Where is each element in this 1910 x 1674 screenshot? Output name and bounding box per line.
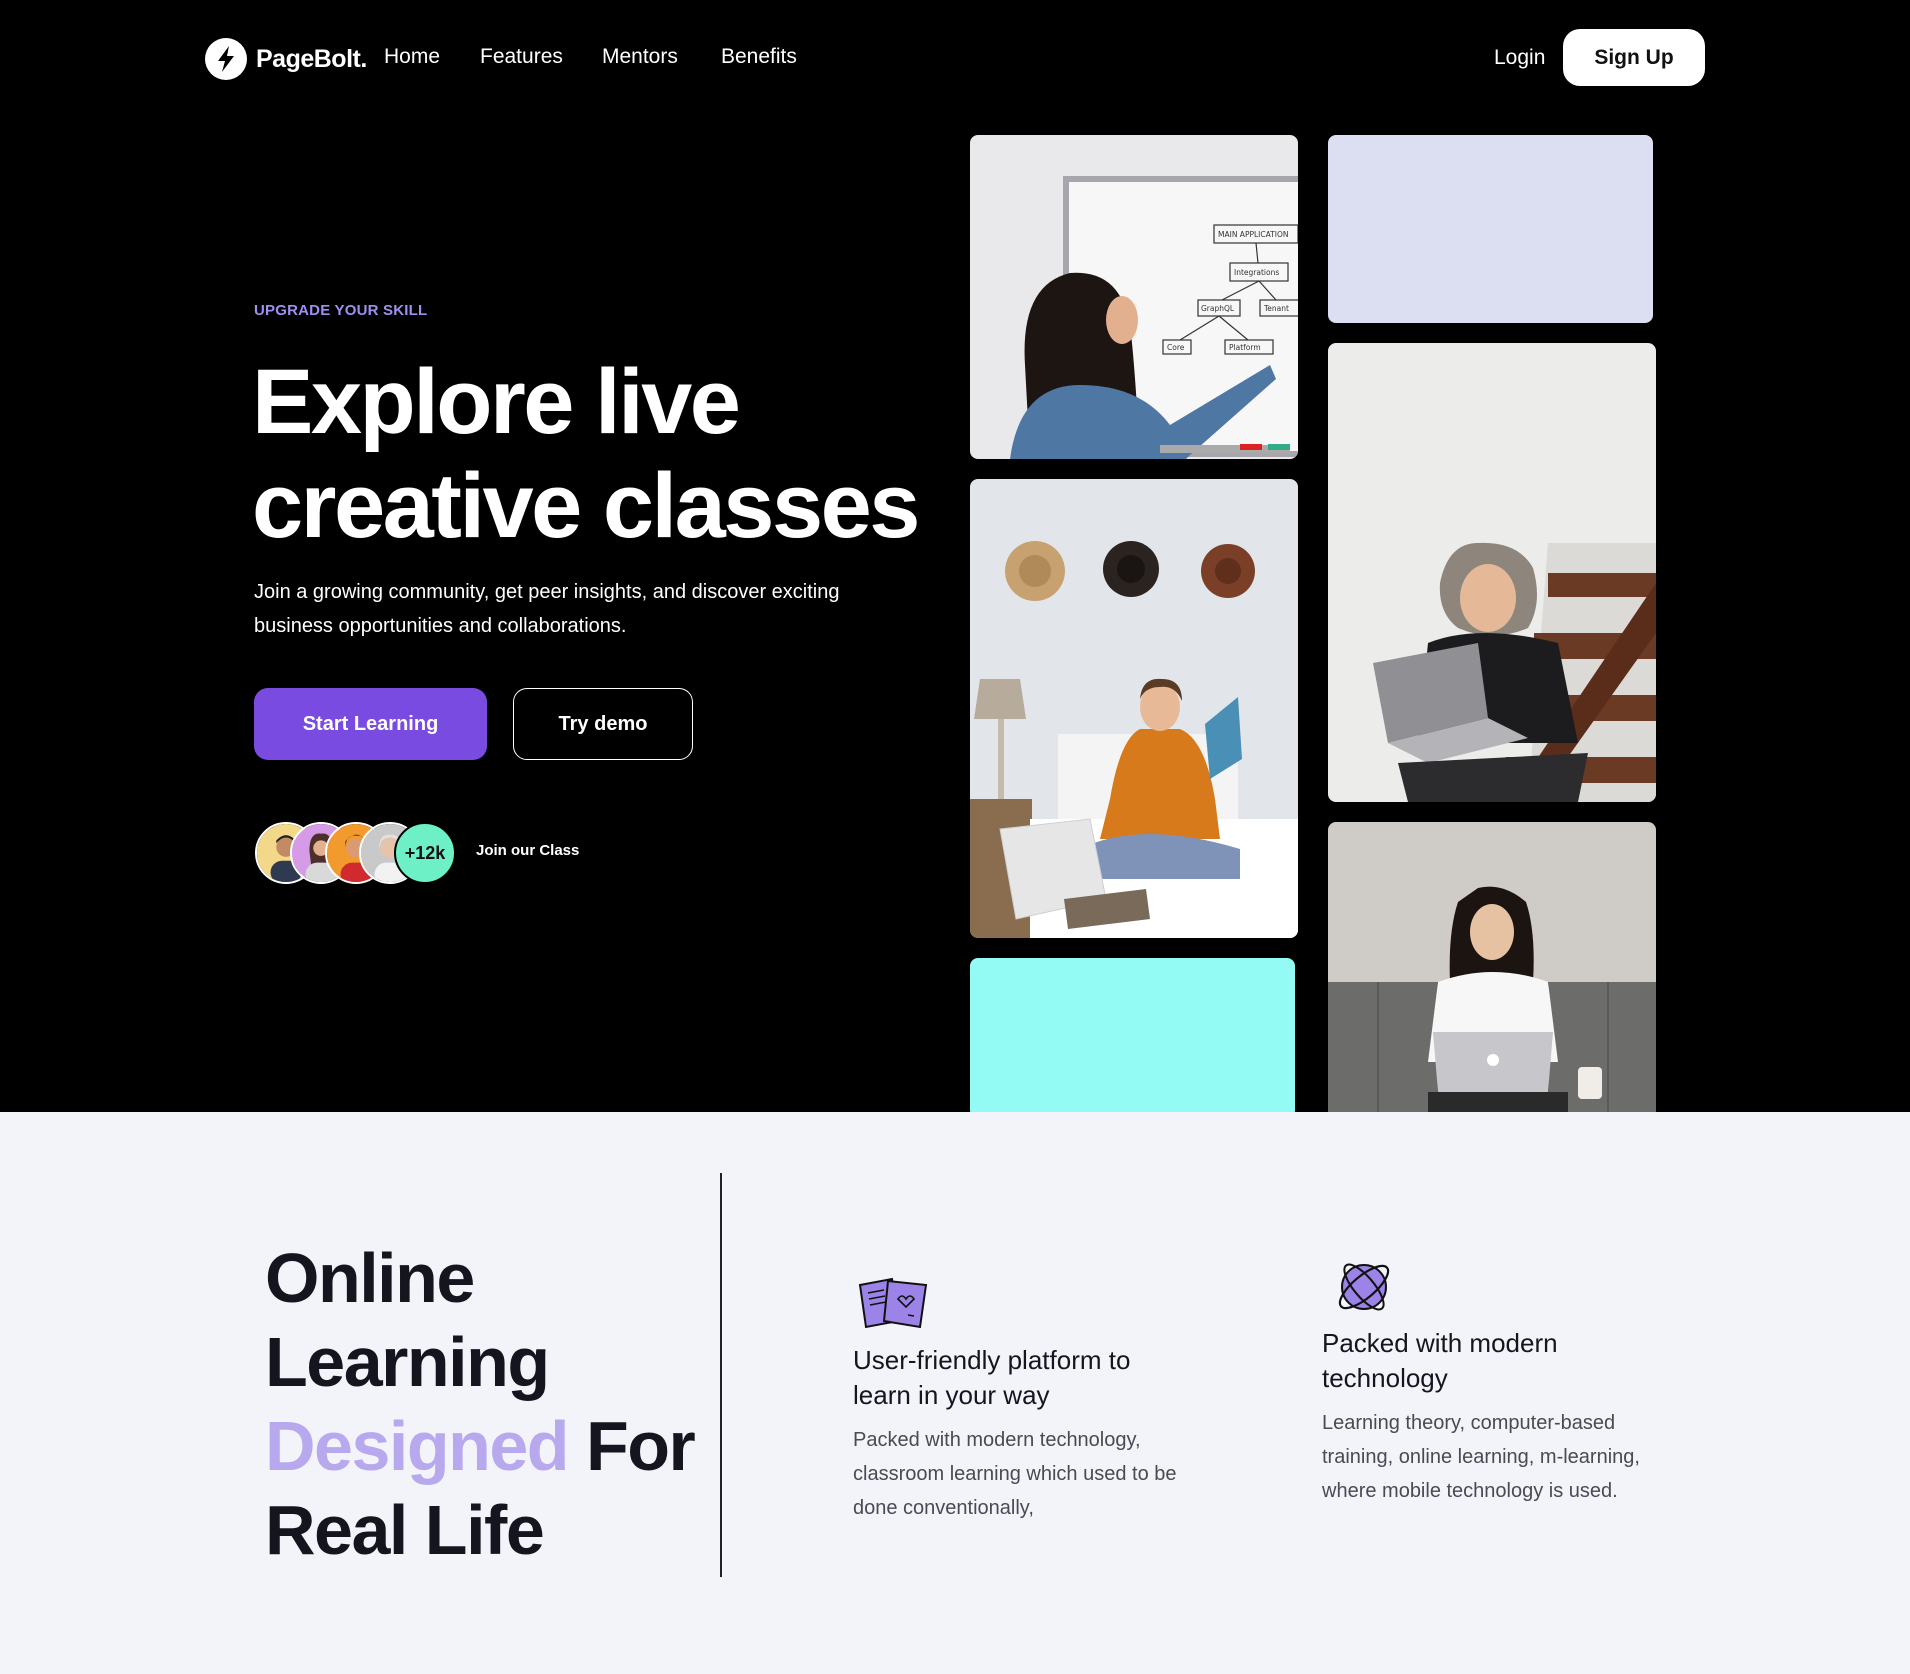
- signup-button[interactable]: Sign Up: [1563, 29, 1705, 86]
- feature-description: Learning theory, computer-based training…: [1322, 1412, 1640, 1502]
- bolt-icon: [205, 38, 247, 80]
- about-title-line1: Online: [265, 1239, 475, 1317]
- member-count-badge: +12k: [394, 822, 456, 884]
- member-avatars: +12k: [255, 822, 465, 886]
- feature-description: Packed with modern technology, classroom…: [853, 1429, 1177, 1519]
- feature-title: Packed with modern technology: [1322, 1328, 1558, 1393]
- cyan-tile: [970, 958, 1295, 1112]
- bedroom-photo: [970, 479, 1298, 938]
- nav-mentors[interactable]: Mentors: [602, 45, 678, 69]
- hero-headline-line2: creative classes: [252, 455, 920, 557]
- hero-section: PageBolt. Home Features Mentors Benefits…: [0, 0, 1910, 1112]
- lavender-tile: [1328, 135, 1653, 323]
- login-link[interactable]: Login: [1494, 46, 1545, 70]
- brand-logo[interactable]: PageBolt.: [205, 38, 367, 80]
- hero-eyebrow: UPGRADE YOUR SKILL: [254, 302, 428, 319]
- about-title-for: For: [586, 1407, 696, 1485]
- whiteboard-photo: MAIN APPLICATION Integrations GraphQL Te…: [970, 135, 1298, 459]
- try-demo-button[interactable]: Try demo: [513, 688, 693, 760]
- planet-orbit-icon: [1332, 1255, 1396, 1324]
- nav-benefits[interactable]: Benefits: [721, 45, 797, 69]
- document-cards-icon: [858, 1275, 930, 1336]
- about-title-line4: Real Life: [265, 1491, 545, 1569]
- feature-title: User-friendly platform to learn in your …: [853, 1345, 1131, 1410]
- whiteboard-label: GraphQL: [1201, 304, 1235, 313]
- whiteboard-label: Integrations: [1234, 268, 1279, 277]
- nav-home[interactable]: Home: [384, 45, 440, 69]
- whiteboard-label: Core: [1167, 343, 1185, 352]
- start-learning-button[interactable]: Start Learning: [254, 688, 487, 760]
- join-class-label[interactable]: Join our Class: [476, 842, 579, 859]
- hero-subtext: Join a growing community, get peer insig…: [254, 581, 840, 637]
- whiteboard-label: MAIN APPLICATION: [1218, 230, 1288, 239]
- hero-headline-line1: Explore live: [252, 351, 741, 453]
- stairs-laptop-photo: [1328, 343, 1656, 802]
- whiteboard-label: Platform: [1229, 343, 1261, 352]
- brand-name: PageBolt.: [256, 44, 367, 73]
- sofa-laptop-photo: [1328, 822, 1656, 1112]
- hero-headline: Explore live creative classes: [252, 350, 972, 558]
- about-title-accent: Designed: [265, 1407, 570, 1485]
- about-title: Online Learning Designed For Real Life: [265, 1236, 696, 1572]
- whiteboard-label: Tenant: [1263, 304, 1289, 313]
- about-title-line3: Designed For: [265, 1404, 696, 1488]
- about-title-line2: Learning: [265, 1323, 550, 1401]
- nav-features[interactable]: Features: [480, 45, 563, 69]
- section-divider: [720, 1173, 722, 1577]
